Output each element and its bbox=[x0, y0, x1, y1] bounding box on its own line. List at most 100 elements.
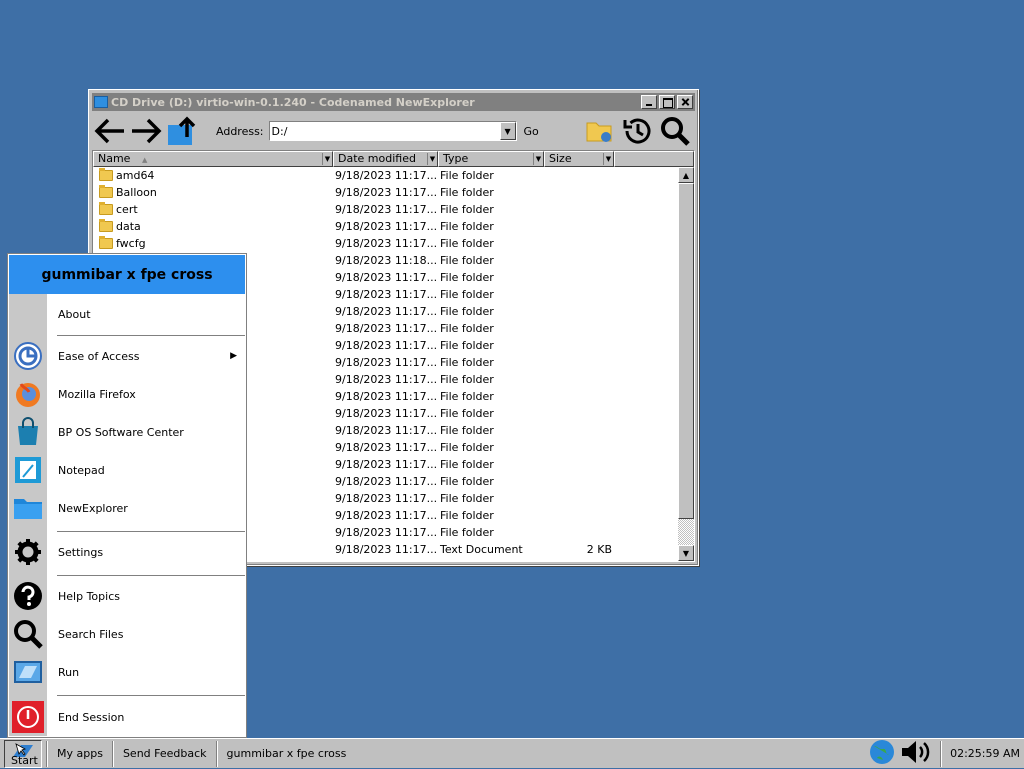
taskbar-my-apps[interactable]: My apps bbox=[52, 747, 108, 760]
file-type: File folder bbox=[440, 203, 494, 216]
file-type: File folder bbox=[440, 356, 494, 369]
file-date: 9/18/2023 11:17... bbox=[335, 543, 438, 556]
file-row[interactable]: fwcfg 9/18/2023 11:17... File folder bbox=[93, 235, 694, 252]
column-header-type[interactable]: Type ▼ bbox=[438, 151, 544, 167]
menu-item-notepad[interactable]: Notepad bbox=[9, 451, 245, 489]
clock[interactable]: 02:25:59 AM bbox=[950, 747, 1020, 760]
chevron-down-icon[interactable]: ▼ bbox=[603, 153, 613, 165]
notepad-icon bbox=[9, 451, 47, 489]
start-button[interactable]: Start bbox=[4, 739, 42, 768]
back-arrow-icon[interactable] bbox=[92, 115, 128, 147]
address-value: D:/ bbox=[271, 124, 288, 138]
file-name-cell: fwcfg bbox=[93, 236, 333, 250]
column-name-label: Name bbox=[98, 152, 131, 165]
file-date: 9/18/2023 11:17... bbox=[335, 492, 438, 505]
toolbar: Address: D:/ ▼ Go bbox=[92, 113, 695, 149]
vertical-scrollbar[interactable]: ▲ ▼ bbox=[678, 167, 694, 561]
menu-item-help-topics[interactable]: Help Topics bbox=[9, 577, 245, 615]
file-date: 9/18/2023 11:17... bbox=[335, 322, 438, 335]
menu-item-label: Mozilla Firefox bbox=[58, 387, 136, 401]
file-type: File folder bbox=[440, 271, 494, 284]
column-header-date[interactable]: Date modified ▼ bbox=[333, 151, 438, 167]
menu-item-end-session[interactable]: End Session bbox=[9, 698, 245, 736]
folder-icon bbox=[99, 236, 113, 249]
file-row[interactable]: data 9/18/2023 11:17... File folder bbox=[93, 218, 694, 235]
firefox-icon bbox=[9, 375, 47, 413]
address-dropdown-button[interactable]: ▼ bbox=[499, 122, 516, 140]
menu-item-label: Ease of Access bbox=[58, 349, 140, 363]
file-type: File folder bbox=[440, 458, 494, 471]
file-row[interactable]: amd64 9/18/2023 11:17... File folder bbox=[93, 167, 694, 184]
menu-item-about[interactable]: About bbox=[9, 294, 245, 334]
menu-item-label: End Session bbox=[58, 710, 125, 724]
menu-item-label: BP OS Software Center bbox=[58, 425, 184, 439]
file-name-cell: cert bbox=[93, 202, 333, 216]
file-type: File folder bbox=[440, 339, 494, 352]
file-type: File folder bbox=[440, 169, 494, 182]
file-date: 9/18/2023 11:17... bbox=[335, 186, 438, 199]
file-date: 9/18/2023 11:17... bbox=[335, 220, 438, 233]
scroll-down-button[interactable]: ▼ bbox=[678, 545, 694, 561]
chevron-down-icon[interactable]: ▼ bbox=[322, 153, 332, 165]
go-button[interactable]: Go bbox=[524, 125, 539, 138]
scroll-thumb[interactable] bbox=[678, 183, 694, 519]
file-row[interactable]: cert 9/18/2023 11:17... File folder bbox=[93, 201, 694, 218]
file-date: 9/18/2023 11:17... bbox=[335, 390, 438, 403]
file-name: data bbox=[116, 220, 141, 233]
address-input[interactable]: D:/ ▼ bbox=[268, 121, 517, 141]
file-name: fwcfg bbox=[116, 237, 146, 250]
menu-item-software-center[interactable]: BP OS Software Center bbox=[9, 413, 245, 451]
menu-item-newexplorer[interactable]: NewExplorer bbox=[9, 489, 245, 527]
scroll-up-button[interactable]: ▲ bbox=[678, 167, 694, 183]
search-icon[interactable] bbox=[657, 115, 693, 147]
file-type: File folder bbox=[440, 322, 494, 335]
column-header-size[interactable]: Size ▼ bbox=[544, 151, 614, 167]
system-tray: 02:25:59 AM bbox=[868, 738, 1020, 769]
taskbar-send-feedback[interactable]: Send Feedback bbox=[118, 747, 212, 760]
file-type: File folder bbox=[440, 373, 494, 386]
menu-item-label: NewExplorer bbox=[58, 501, 128, 515]
file-name: amd64 bbox=[116, 169, 155, 182]
history-icon[interactable] bbox=[619, 115, 655, 147]
file-type: File folder bbox=[440, 407, 494, 420]
column-size-label: Size bbox=[549, 152, 572, 165]
file-name-cell: Balloon bbox=[93, 185, 333, 199]
chevron-down-icon[interactable]: ▼ bbox=[533, 153, 543, 165]
menu-item-label: Notepad bbox=[58, 463, 105, 477]
menu-item-ease-of-access[interactable]: Ease of Access ▶ bbox=[9, 337, 245, 375]
forward-arrow-icon[interactable] bbox=[128, 115, 164, 147]
menu-item-label: Settings bbox=[58, 545, 104, 559]
network-globe-icon[interactable] bbox=[868, 738, 896, 769]
file-date: 9/18/2023 11:17... bbox=[335, 237, 438, 250]
file-date: 9/18/2023 11:17... bbox=[335, 424, 438, 437]
menu-item-firefox[interactable]: Mozilla Firefox bbox=[9, 375, 245, 413]
folder-sync-icon[interactable] bbox=[581, 115, 617, 147]
menu-item-run[interactable]: Run bbox=[9, 653, 245, 691]
file-date: 9/18/2023 11:17... bbox=[335, 271, 438, 284]
folder-icon bbox=[99, 202, 113, 215]
file-date: 9/18/2023 11:17... bbox=[335, 169, 438, 182]
menu-item-search-files[interactable]: Search Files bbox=[9, 615, 245, 653]
close-button[interactable] bbox=[677, 95, 693, 109]
maximize-button[interactable] bbox=[659, 95, 675, 109]
drive-icon bbox=[94, 96, 108, 108]
file-name-cell: amd64 bbox=[93, 168, 333, 182]
taskbar-separator bbox=[215, 740, 218, 767]
start-menu: gummibar x fpe cross About Ease of Acces… bbox=[7, 253, 247, 738]
menu-item-label: Search Files bbox=[58, 627, 124, 641]
up-folder-icon[interactable] bbox=[164, 115, 200, 147]
chevron-down-icon[interactable]: ▼ bbox=[427, 153, 437, 165]
window-titlebar[interactable]: CD Drive (D:) virtio-win-0.1.240 - Coden… bbox=[92, 93, 695, 111]
column-header-name[interactable]: Name ▲ ▼ bbox=[93, 151, 333, 167]
taskbar-separator bbox=[46, 740, 48, 767]
menu-separator bbox=[57, 335, 245, 336]
menu-item-settings[interactable]: Settings bbox=[9, 533, 245, 571]
folder-icon bbox=[9, 489, 47, 527]
search-icon bbox=[9, 615, 47, 653]
file-date: 9/18/2023 11:17... bbox=[335, 441, 438, 454]
file-row[interactable]: Balloon 9/18/2023 11:17... File folder bbox=[93, 184, 694, 201]
minimize-button[interactable] bbox=[641, 95, 657, 109]
file-type: File folder bbox=[440, 305, 494, 318]
taskbar-window-button[interactable]: gummibar x fpe cross bbox=[222, 747, 352, 760]
volume-icon[interactable] bbox=[900, 738, 932, 769]
